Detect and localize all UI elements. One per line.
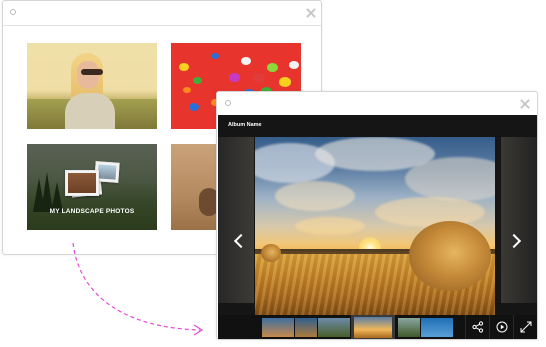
window-titlebar xyxy=(217,92,537,114)
share-button[interactable] xyxy=(465,315,489,339)
filmstrip-thumbnail[interactable] xyxy=(262,318,294,337)
lightbox-viewer: Album Name xyxy=(218,115,537,339)
filmstrip-thumbnail[interactable] xyxy=(295,318,317,337)
filmstrip-thumbnail[interactable] xyxy=(398,318,420,337)
main-photo[interactable] xyxy=(255,137,495,315)
fullscreen-icon xyxy=(520,321,532,333)
filmstrip-thumbnail[interactable] xyxy=(318,318,350,337)
next-photo-peek[interactable] xyxy=(501,137,537,303)
previous-photo-peek[interactable] xyxy=(218,137,254,303)
share-icon xyxy=(472,321,484,333)
play-icon xyxy=(496,321,508,333)
filmstrip xyxy=(218,315,537,339)
lightbox-window: Album Name xyxy=(216,91,538,340)
fullscreen-button[interactable] xyxy=(513,315,537,339)
chevron-right-icon[interactable] xyxy=(506,233,522,249)
window-control-icon[interactable] xyxy=(225,100,231,106)
play-slideshow-button[interactable] xyxy=(489,315,513,339)
filmstrip-thumbnail-active[interactable] xyxy=(354,317,392,338)
chevron-left-icon[interactable] xyxy=(233,233,249,249)
filmstrip-thumbnail[interactable] xyxy=(421,318,453,337)
album-title: Album Name xyxy=(228,122,262,128)
close-icon[interactable] xyxy=(519,98,531,110)
